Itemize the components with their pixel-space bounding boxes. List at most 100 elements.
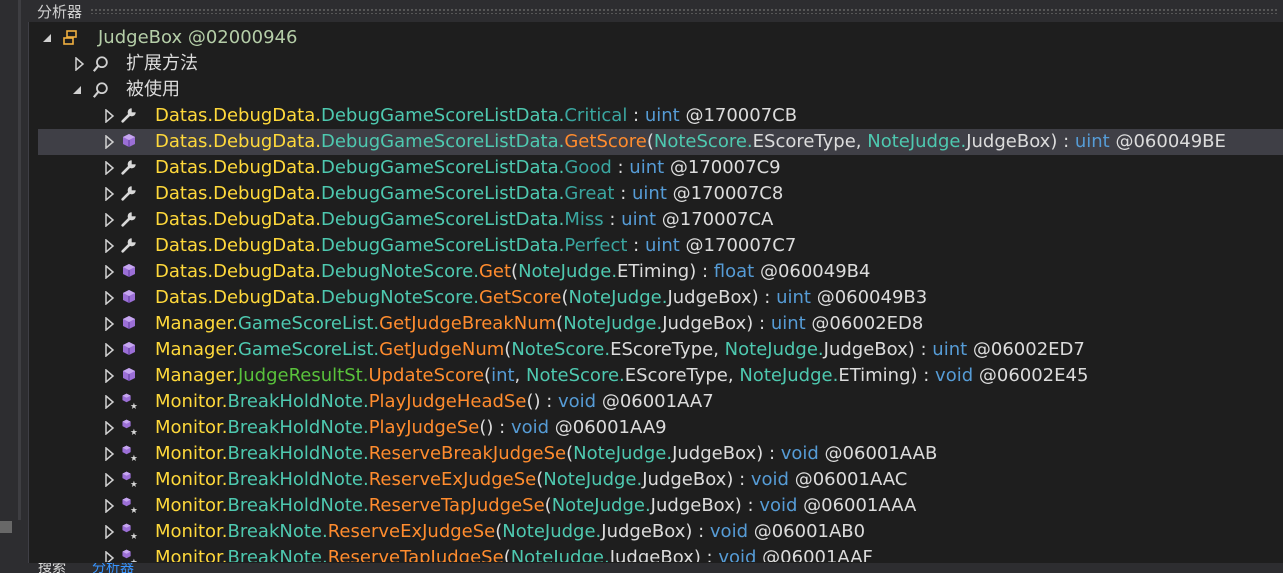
expand-right-icon[interactable] [102,109,116,123]
usage-row[interactable]: Datas.DebugData.DebugNoteScore.Get(NoteJ… [28,259,1283,285]
usage-row[interactable]: Monitor.BreakHoldNote.PlayJudgeHeadSe() … [28,389,1283,415]
tab-analyzer[interactable]: 分析器 [92,563,134,573]
expand-right-icon[interactable] [102,161,116,175]
expand-right-icon[interactable] [102,317,116,331]
token-kw: uint [932,339,968,360]
token-kw: uint [644,105,680,126]
tree-group-extension-methods[interactable]: 扩展方法 [28,51,1283,77]
token-ns: Datas. [155,261,214,282]
usage-row[interactable]: Datas.DebugData.DebugGameScoreListData.P… [28,233,1283,259]
token-plain: ( [646,131,654,152]
expand-right-icon[interactable] [102,239,116,253]
token-type: BreakNote. [227,547,328,562]
token-type: NoteJudge. [551,495,651,516]
usage-row[interactable]: Datas.DebugData.DebugNoteScore.GetScore(… [28,285,1283,311]
token-plain: @06001AA9 [549,417,667,438]
usage-row[interactable]: Datas.DebugData.DebugGameScoreListData.G… [28,181,1283,207]
token-kw: void [558,391,597,412]
token-type: DebugGameScoreListData. [320,157,565,178]
expand-right-icon[interactable] [102,135,116,149]
expand-right-icon[interactable] [102,395,116,409]
usage-label: Monitor.BreakNote.ReserveExJudgeSe(NoteJ… [155,519,865,545]
usage-row[interactable]: Monitor.BreakHoldNote.PlayJudgeSe() : vo… [28,415,1283,441]
token-plain: @06002E45 [973,365,1089,386]
expand-right-icon[interactable] [102,525,116,539]
expand-right-icon[interactable] [102,343,116,357]
token-type: DebugNoteScore. [320,287,479,308]
expand-right-icon[interactable] [102,473,116,487]
token-type: NoteJudge. [739,365,839,386]
token-plain: ( [544,495,552,516]
token-ns: Monitor. [155,495,228,516]
token-plain: JudgeBox [601,521,686,542]
cube-icon [120,262,138,280]
usage-row[interactable]: Monitor.BreakHoldNote.ReserveBreakJudgeS… [28,441,1283,467]
cube-star-icon [120,496,138,514]
usage-row[interactable]: Manager.GameScoreList.GetJudgeNum(NoteSc… [28,337,1283,363]
token-plain: ) : [746,313,771,334]
usage-row[interactable]: Manager.GameScoreList.GetJudgeBreakNum(N… [28,311,1283,337]
token-plain: , [855,131,868,152]
token-plain: : [614,183,632,204]
usage-row[interactable]: Datas.DebugData.DebugGameScoreListData.M… [28,207,1283,233]
token-type: NoteJudge. [867,131,967,152]
token-plain: @170007CA [656,209,774,230]
expand-right-icon[interactable] [102,447,116,461]
cube-icon [120,366,138,384]
usage-row[interactable]: Datas.DebugData.DebugGameScoreListData.G… [38,129,1283,155]
token-ns: Datas. [155,287,214,308]
usage-row[interactable]: Datas.DebugData.DebugGameScoreListData.G… [28,155,1283,181]
tree-root[interactable]: JudgeBox @02000946 [28,25,1283,51]
token-type: BreakNote. [227,521,328,542]
usage-label: Datas.DebugData.DebugGameScoreListData.G… [155,129,1226,155]
token-plain: @170007CB [679,105,798,126]
token-kw: void [718,547,757,562]
expand-right-icon[interactable] [102,421,116,435]
expand-right-icon[interactable] [102,369,116,383]
tree-group-used-by[interactable]: 被使用 [28,77,1283,103]
token-plain: EScoreType [610,339,714,360]
analyzer-tree[interactable]: JudgeBox @02000946 扩展方法 被使用 Datas.DebugD… [28,25,1283,562]
usage-row[interactable]: Monitor.BreakNote.ReserveTapJudgeSe(Note… [28,545,1283,562]
token-kw: void [759,495,798,516]
token-type: NoteJudge. [543,469,643,490]
expand-right-icon[interactable] [102,291,116,305]
gutter-scrollbar[interactable] [18,0,21,520]
usage-label: Datas.DebugData.DebugGameScoreListData.G… [155,181,783,207]
expand-right-icon[interactable] [102,551,116,562]
token-type: DebugGameScoreListData. [320,183,565,204]
token-ns: DebugData. [213,157,321,178]
tab-search[interactable]: 搜索 [38,563,66,573]
token-type: NoteJudge. [568,287,668,308]
expand-down-icon[interactable] [70,83,84,97]
usage-label: Monitor.BreakHoldNote.PlayJudgeHeadSe() … [155,389,714,415]
token-type: NoteScore. [511,339,611,360]
token-plain: : [627,105,645,126]
token-type: DebugNoteScore. [320,261,479,282]
expand-right-icon[interactable] [102,187,116,201]
token-plain: @06002ED7 [967,339,1085,360]
cube-icon [120,340,138,358]
usage-row[interactable]: Datas.DebugData.DebugGameScoreListData.C… [28,103,1283,129]
expand-right-icon[interactable] [102,213,116,227]
title-grip-dots[interactable] [90,8,1277,14]
expand-down-icon[interactable] [40,31,54,45]
usage-row[interactable]: Monitor.BreakHoldNote.ReserveExJudgeSe(N… [28,467,1283,493]
usage-row[interactable]: Manager.JudgeResultSt.UpdateScore(int, N… [28,363,1283,389]
gutter-grip[interactable] [0,521,12,533]
expand-right-icon[interactable] [102,265,116,279]
token-plain: JudgeBox [823,339,908,360]
token-plain: @060049B3 [810,287,928,308]
expand-right-icon[interactable] [72,57,86,71]
usage-row[interactable]: Monitor.BreakHoldNote.ReserveTapJudgeSe(… [28,493,1283,519]
token-type: NoteJudge. [502,521,602,542]
token-method: PlayJudgeHeadSe [368,391,527,412]
token-type: GameScoreList. [237,339,380,360]
token-ns: Monitor. [155,391,228,412]
token-type: DebugGameScoreListData. [320,105,565,126]
token-type: NoteScore. [526,365,625,386]
expand-right-icon[interactable] [102,499,116,513]
usage-row[interactable]: Monitor.BreakNote.ReserveExJudgeSe(NoteJ… [28,519,1283,545]
magnifier-icon [92,55,110,73]
token-plain: ETiming [617,261,690,282]
